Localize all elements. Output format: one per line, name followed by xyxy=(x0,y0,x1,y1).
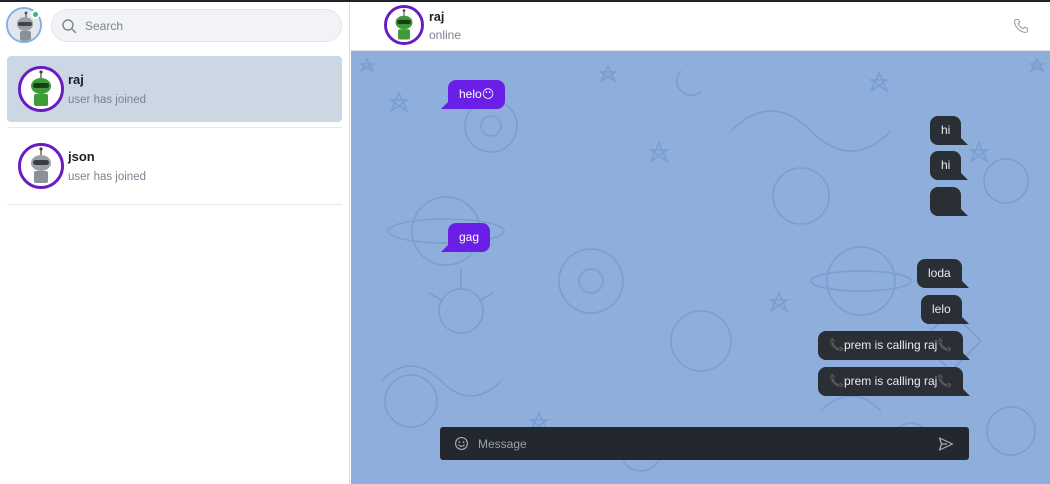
phone-icon[interactable] xyxy=(1013,18,1029,34)
conversation-header: raj online xyxy=(351,0,1050,51)
window-top-border xyxy=(0,0,1050,2)
message-composer xyxy=(440,427,969,460)
green-robot-avatar-icon xyxy=(387,8,421,42)
online-status-dot xyxy=(31,10,40,19)
divider xyxy=(7,127,342,128)
search-icon xyxy=(62,19,77,34)
incoming-message[interactable]: helo😶 xyxy=(440,80,506,109)
chat-name: json xyxy=(68,149,95,164)
outgoing-message[interactable] xyxy=(930,187,968,216)
search-bar xyxy=(51,9,342,42)
chat-name: raj xyxy=(68,72,84,87)
chat-list-item-json[interactable]: json user has joined xyxy=(7,133,342,205)
search-input[interactable] xyxy=(85,10,335,41)
contact-name: raj xyxy=(429,10,445,24)
contact-avatar xyxy=(18,143,64,189)
outgoing-message[interactable]: lelo xyxy=(921,295,969,324)
chat-last-message: user has joined xyxy=(68,171,146,183)
sidebar: raj user has joined json user has joined xyxy=(0,0,350,484)
chat-app: raj user has joined json user has joined xyxy=(0,0,1050,484)
conversation-panel: raj online helo😶 hi hi gag loda lelo 📞pr… xyxy=(351,0,1050,484)
outgoing-message[interactable]: hi xyxy=(930,116,969,145)
incoming-message[interactable]: gag xyxy=(440,223,491,252)
message-area: helo😶 hi hi gag loda lelo 📞prem is calli… xyxy=(351,51,1050,484)
contact-avatar xyxy=(18,66,64,112)
emoji-icon[interactable] xyxy=(454,436,469,451)
chat-last-message: user has joined xyxy=(68,94,146,106)
green-robot-avatar-icon xyxy=(21,69,61,109)
message-input[interactable] xyxy=(478,427,918,460)
outgoing-message[interactable]: loda xyxy=(917,259,969,288)
outgoing-message[interactable]: 📞prem is calling raj📞 xyxy=(818,331,971,360)
outgoing-message[interactable]: hi xyxy=(930,151,969,180)
gray-robot-avatar-icon xyxy=(21,146,61,186)
header-avatar[interactable] xyxy=(384,5,424,45)
divider xyxy=(7,204,342,205)
chat-list-item-raj[interactable]: raj user has joined xyxy=(7,56,342,128)
send-icon[interactable] xyxy=(938,436,954,452)
contact-status: online xyxy=(429,28,462,42)
outgoing-message[interactable]: 📞prem is calling raj📞 xyxy=(818,367,971,396)
